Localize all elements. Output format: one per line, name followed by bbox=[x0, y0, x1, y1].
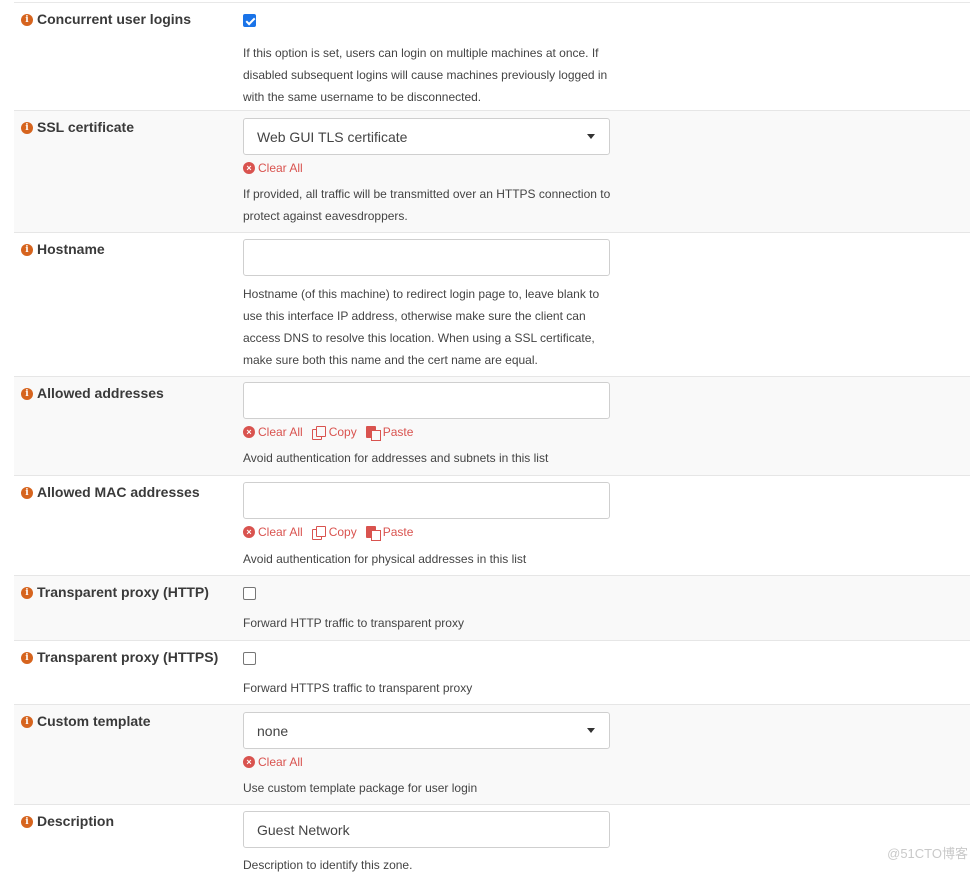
info-icon[interactable]: i bbox=[21, 14, 33, 26]
watermark: @51CTO博客 bbox=[887, 846, 968, 861]
field-actions: × Clear All bbox=[243, 159, 613, 177]
transparent-proxy-http-checkbox[interactable] bbox=[243, 587, 256, 600]
label-cell: i Allowed MAC addresses bbox=[14, 476, 243, 575]
info-icon[interactable]: i bbox=[21, 244, 33, 256]
help-text: Description to identify this zone. bbox=[243, 858, 413, 872]
field-label: Transparent proxy (HTTP) bbox=[37, 584, 209, 600]
value-cell: Description to identify this zone. bbox=[243, 805, 613, 875]
field-actions: × Clear All Copy Paste bbox=[243, 423, 613, 441]
clear-all-label: Clear All bbox=[258, 425, 303, 439]
label-cell: i Concurrent user logins bbox=[14, 3, 243, 110]
field-actions: × Clear All bbox=[243, 753, 613, 771]
clear-all-button[interactable]: × Clear All bbox=[243, 525, 303, 539]
row-transparent-proxy-http: i Transparent proxy (HTTP) Forward HTTP … bbox=[14, 576, 970, 641]
value-cell: × Clear All Copy Paste Avoid authenticat… bbox=[243, 377, 613, 475]
help-text: Use custom template package for user log… bbox=[243, 781, 478, 795]
field-label: Allowed MAC addresses bbox=[37, 484, 200, 500]
field-label: Allowed addresses bbox=[37, 385, 164, 401]
field-label: Description bbox=[37, 813, 115, 829]
clear-icon: × bbox=[243, 756, 255, 768]
label-cell: i SSL certificate bbox=[14, 111, 243, 232]
value-cell: If this option is set, users can login o… bbox=[243, 3, 613, 110]
value-cell: Hostname (of this machine) to redirect l… bbox=[243, 233, 613, 376]
copy-label: Copy bbox=[328, 425, 357, 439]
select-value: none bbox=[257, 722, 289, 739]
clear-all-button[interactable]: × Clear All bbox=[243, 755, 303, 769]
chevron-down-icon bbox=[587, 134, 595, 139]
row-concurrent-user-logins: i Concurrent user logins If this option … bbox=[14, 3, 970, 111]
row-allowed-addresses: i Allowed addresses × Clear All Copy Pas… bbox=[14, 377, 970, 476]
help-text: If this option is set, users can login o… bbox=[243, 46, 608, 104]
description-input[interactable] bbox=[243, 811, 610, 848]
hostname-input[interactable] bbox=[243, 239, 610, 276]
paste-button[interactable]: Paste bbox=[365, 525, 414, 541]
info-icon[interactable]: i bbox=[21, 587, 33, 599]
help-text: Avoid authentication for physical addres… bbox=[243, 552, 527, 566]
paste-icon bbox=[365, 525, 381, 541]
select-value: Web GUI TLS certificate bbox=[257, 128, 408, 145]
clear-icon: × bbox=[243, 526, 255, 538]
copy-icon bbox=[311, 525, 326, 540]
value-cell: none × Clear All Use custom template pac… bbox=[243, 705, 613, 804]
clear-all-label: Clear All bbox=[258, 161, 303, 175]
row-description: i Description Description to identify th… bbox=[14, 805, 970, 875]
row-allowed-mac-addresses: i Allowed MAC addresses × Clear All Copy… bbox=[14, 476, 970, 576]
transparent-proxy-https-checkbox[interactable] bbox=[243, 652, 256, 665]
clear-all-button[interactable]: × Clear All bbox=[243, 425, 303, 439]
info-icon[interactable]: i bbox=[21, 388, 33, 400]
label-cell: i Allowed addresses bbox=[14, 377, 243, 475]
label-cell: i Hostname bbox=[14, 233, 243, 376]
paste-label: Paste bbox=[382, 525, 414, 539]
chevron-down-icon bbox=[587, 728, 595, 733]
value-cell: Forward HTTP traffic to transparent prox… bbox=[243, 576, 613, 640]
value-cell: Web GUI TLS certificate × Clear All If p… bbox=[243, 111, 613, 232]
info-icon[interactable]: i bbox=[21, 652, 33, 664]
info-icon[interactable]: i bbox=[21, 487, 33, 499]
label-cell: i Transparent proxy (HTTP) bbox=[14, 576, 243, 640]
row-ssl-certificate: i SSL certificate Web GUI TLS certificat… bbox=[14, 111, 970, 233]
help-text: Avoid authentication for addresses and s… bbox=[243, 451, 549, 465]
allowed-addresses-input[interactable] bbox=[243, 382, 610, 419]
field-label: Transparent proxy (HTTPS) bbox=[37, 649, 219, 665]
row-custom-template: i Custom template none × Clear All Use c… bbox=[14, 705, 970, 805]
field-actions: × Clear All Copy Paste bbox=[243, 523, 613, 541]
field-label: Custom template bbox=[37, 713, 151, 729]
help-text: Forward HTTP traffic to transparent prox… bbox=[243, 616, 464, 630]
custom-template-select[interactable]: none bbox=[243, 712, 610, 749]
copy-icon bbox=[311, 425, 326, 440]
row-transparent-proxy-https: i Transparent proxy (HTTPS) Forward HTTP… bbox=[14, 641, 970, 705]
field-label: Hostname bbox=[37, 241, 105, 257]
label-cell: i Description bbox=[14, 805, 243, 875]
help-text: Forward HTTPS traffic to transparent pro… bbox=[243, 681, 473, 695]
concurrent-user-logins-checkbox[interactable] bbox=[243, 14, 256, 27]
paste-label: Paste bbox=[382, 425, 414, 439]
ssl-certificate-select[interactable]: Web GUI TLS certificate bbox=[243, 118, 610, 155]
clear-icon: × bbox=[243, 426, 255, 438]
clear-all-label: Clear All bbox=[258, 755, 303, 769]
clear-icon: × bbox=[243, 162, 255, 174]
info-icon[interactable]: i bbox=[21, 816, 33, 828]
help-text: Hostname (of this machine) to redirect l… bbox=[243, 287, 600, 367]
allowed-mac-addresses-input[interactable] bbox=[243, 482, 610, 519]
copy-label: Copy bbox=[328, 525, 357, 539]
field-label: SSL certificate bbox=[37, 119, 135, 135]
info-icon[interactable]: i bbox=[21, 122, 33, 134]
paste-icon bbox=[365, 425, 381, 441]
value-cell: Forward HTTPS traffic to transparent pro… bbox=[243, 641, 613, 704]
settings-table: i Concurrent user logins If this option … bbox=[14, 2, 970, 875]
clear-all-label: Clear All bbox=[258, 525, 303, 539]
info-icon[interactable]: i bbox=[21, 716, 33, 728]
label-cell: i Transparent proxy (HTTPS) bbox=[14, 641, 243, 704]
copy-button[interactable]: Copy bbox=[311, 425, 357, 440]
help-text: If provided, all traffic will be transmi… bbox=[243, 187, 611, 223]
copy-button[interactable]: Copy bbox=[311, 525, 357, 540]
row-hostname: i Hostname Hostname (of this machine) to… bbox=[14, 233, 970, 377]
clear-all-button[interactable]: × Clear All bbox=[243, 161, 303, 175]
value-cell: × Clear All Copy Paste Avoid authenticat… bbox=[243, 476, 613, 575]
field-label: Concurrent user logins bbox=[37, 11, 192, 27]
paste-button[interactable]: Paste bbox=[365, 425, 414, 441]
label-cell: i Custom template bbox=[14, 705, 243, 804]
